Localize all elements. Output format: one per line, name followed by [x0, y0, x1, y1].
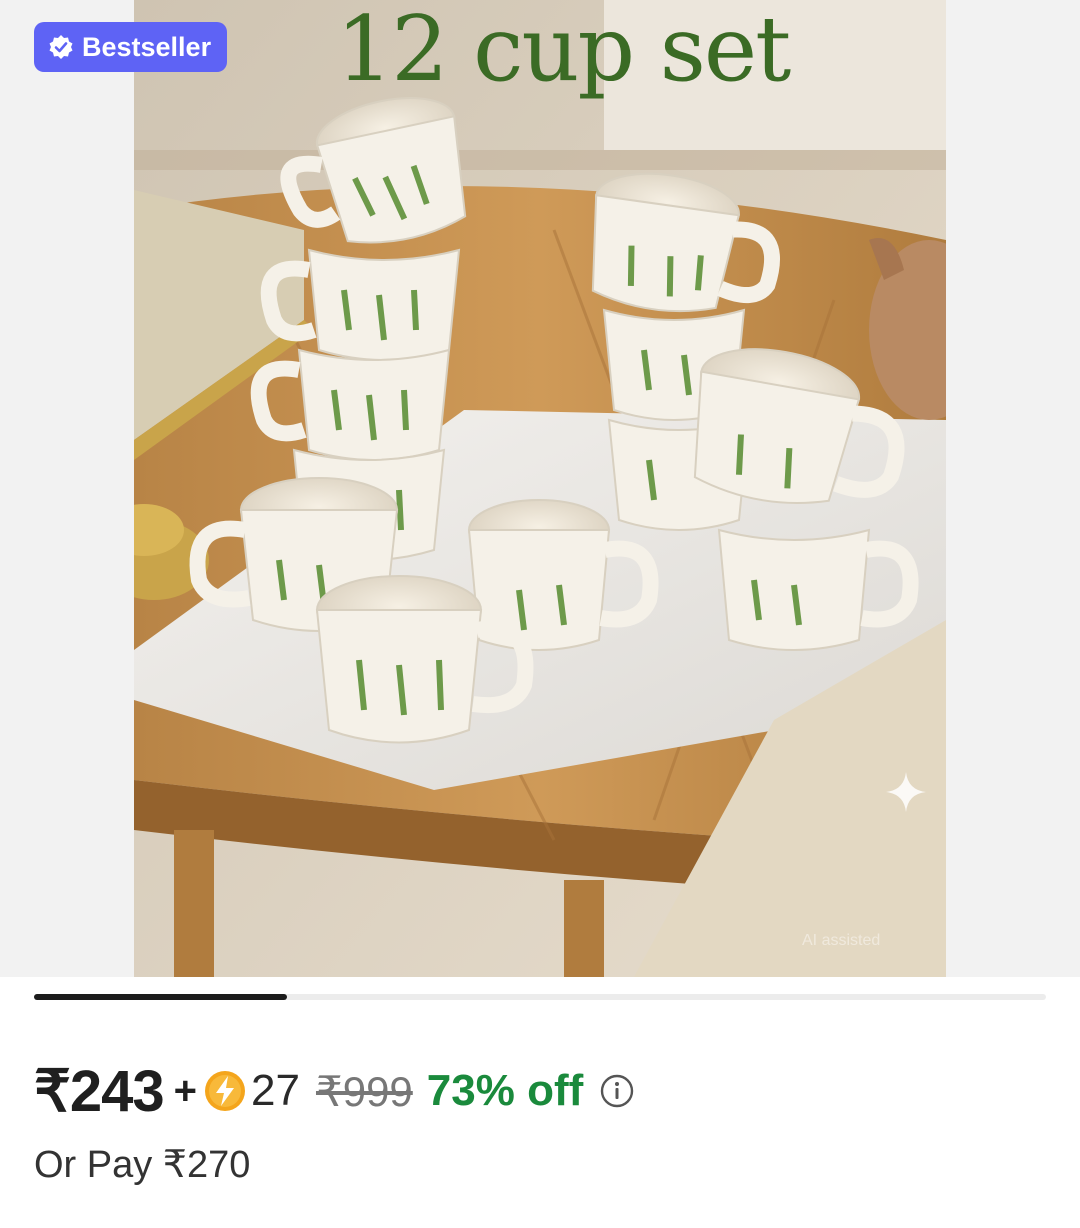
alternate-pay-price: Or Pay ₹270 — [34, 1144, 251, 1186]
verified-check-icon — [49, 35, 73, 59]
product-image-carousel[interactable]: 12 cup set Bestseller AI assisted — [0, 0, 1080, 977]
price-row: ₹243 + 27 ₹999 73% off — [34, 1058, 635, 1124]
bestseller-badge: Bestseller — [34, 22, 228, 72]
plus-sign: + — [173, 1068, 198, 1113]
badge-label: Bestseller — [82, 31, 212, 62]
sparkle-icon — [886, 772, 926, 812]
info-icon[interactable] — [599, 1073, 635, 1109]
product-photo[interactable] — [134, 0, 946, 977]
image-overlay-title: 12 cup set — [336, 0, 791, 102]
carousel-progress-fill — [34, 994, 287, 1000]
ai-watermark: AI assisted — [802, 932, 881, 949]
carousel-progress — [34, 994, 1046, 1000]
coin-amount: 27 — [251, 1066, 300, 1115]
product-photo-illustration — [134, 0, 946, 977]
selling-price: ₹243 — [34, 1059, 165, 1124]
discount-label: 73% off — [426, 1066, 584, 1115]
lightning-coin-icon — [205, 1071, 246, 1111]
original-price: ₹999 — [315, 1067, 413, 1115]
